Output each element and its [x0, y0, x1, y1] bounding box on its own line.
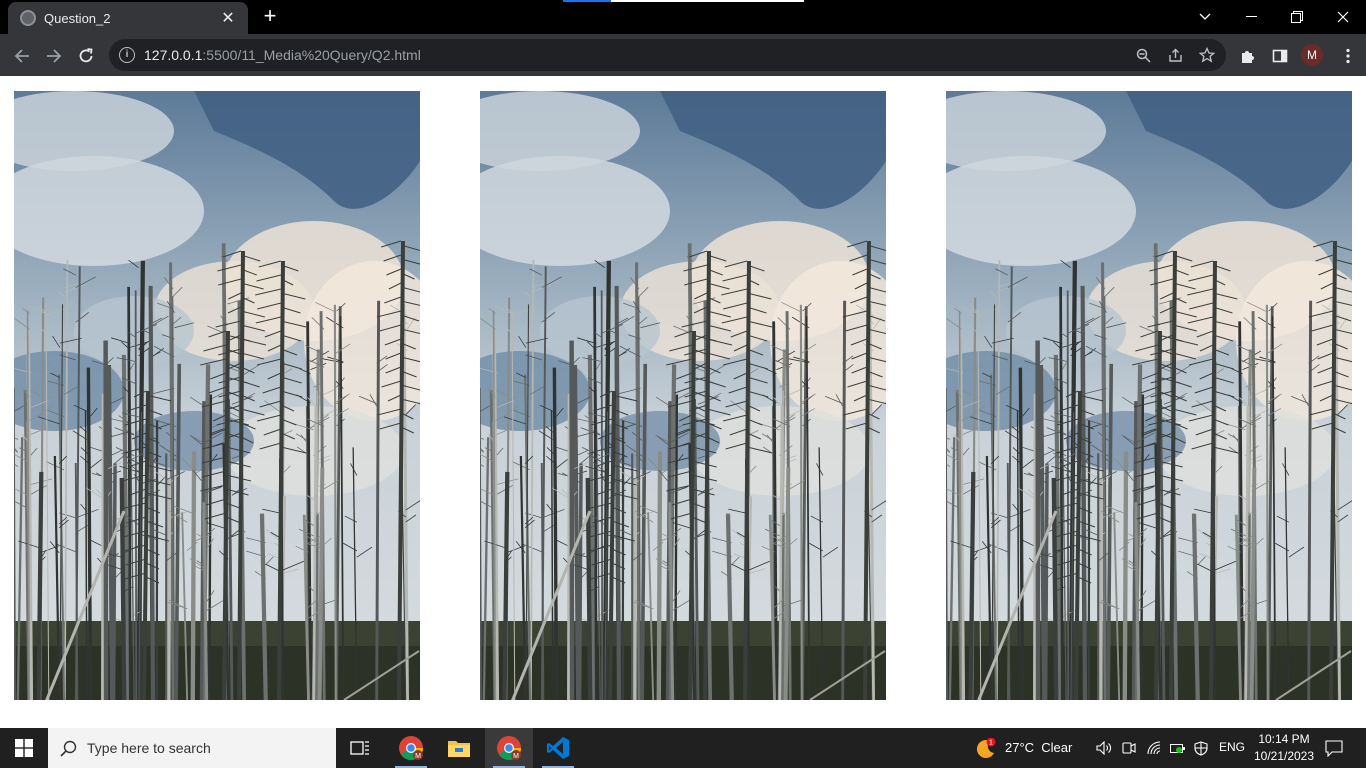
language-indicator[interactable]: ENG: [1219, 740, 1245, 754]
meet-now-icon[interactable]: [1121, 740, 1137, 756]
forward-button[interactable]: [40, 42, 68, 70]
browser-tab[interactable]: Question_2 ✕: [8, 2, 248, 34]
taskbar-chrome-1[interactable]: M: [387, 728, 435, 768]
weather-icon[interactable]: 1: [975, 738, 997, 760]
address-bar[interactable]: i 127.0.0.1:5500/11_Media%20Query/Q2.htm…: [109, 39, 1226, 71]
close-window-button[interactable]: [1320, 0, 1366, 34]
restore-button[interactable]: [1274, 0, 1320, 34]
forest-photo-2: [480, 91, 886, 700]
task-view-button[interactable]: [336, 728, 384, 768]
reload-button[interactable]: [72, 42, 100, 70]
zoom-icon[interactable]: [1133, 45, 1153, 65]
page-content: [0, 76, 1366, 728]
site-info-icon[interactable]: i: [119, 47, 135, 63]
taskbar-chrome-2[interactable]: M: [485, 728, 533, 768]
search-placeholder: Type here to search: [87, 740, 211, 756]
search-icon: [60, 740, 77, 757]
tab-title: Question_2: [44, 10, 111, 26]
kebab-menu-icon[interactable]: [1337, 45, 1359, 67]
url-host: 127.0.0.1: [144, 47, 203, 63]
title-accent-bar: [563, 0, 804, 2]
forest-photo-1: [14, 91, 420, 700]
notification-icon[interactable]: [1325, 739, 1343, 757]
globe-icon: [20, 10, 36, 26]
svg-text:1: 1: [989, 740, 993, 747]
svg-text:M: M: [513, 753, 519, 760]
clock-date: 10/21/2023: [1253, 749, 1315, 763]
battery-icon[interactable]: [1170, 740, 1186, 756]
chrome-icon: M: [497, 736, 521, 761]
burned-forest-image: [480, 91, 886, 700]
browser-toolbar: i 127.0.0.1:5500/11_Media%20Query/Q2.htm…: [0, 34, 1366, 76]
burned-forest-image: [946, 91, 1352, 700]
wifi-icon[interactable]: [1146, 740, 1162, 756]
close-tab-icon[interactable]: ✕: [218, 8, 238, 28]
burned-forest-image: [14, 91, 420, 700]
url-path: :5500/11_Media%20Query/Q2.html: [202, 47, 421, 63]
new-tab-button[interactable]: +: [258, 5, 282, 29]
start-button[interactable]: [0, 728, 48, 768]
volume-icon[interactable]: [1096, 740, 1112, 756]
vscode-icon: [547, 737, 569, 759]
windows-taskbar: Type here to search M M 1 27°C Clear ENG…: [0, 728, 1366, 768]
profile-avatar[interactable]: M: [1301, 44, 1323, 66]
windows-logo-icon: [15, 739, 33, 757]
task-view-icon: [350, 741, 369, 755]
bookmark-star-icon[interactable]: [1197, 45, 1217, 65]
clock-time: 10:14 PM: [1258, 732, 1310, 746]
tab-search-chevron-icon[interactable]: [1182, 0, 1228, 34]
taskbar-file-explorer[interactable]: [435, 728, 483, 768]
svg-text:M: M: [415, 753, 421, 760]
taskbar-search-box[interactable]: Type here to search: [48, 728, 336, 768]
side-panel-icon[interactable]: [1269, 45, 1291, 67]
security-shield-icon[interactable]: [1193, 740, 1209, 756]
chrome-icon: M: [399, 736, 423, 761]
taskbar-vscode[interactable]: [534, 728, 582, 768]
title-bar: Question_2 ✕ +: [0, 0, 1366, 34]
minimize-button[interactable]: [1228, 0, 1274, 34]
share-icon[interactable]: [1165, 45, 1185, 65]
system-clock[interactable]: 10:14 PM 10/21/2023: [1250, 731, 1318, 765]
forest-photo-3: [946, 91, 1352, 700]
folder-icon: [448, 741, 470, 757]
back-button[interactable]: [8, 42, 36, 70]
weather-text[interactable]: 27°C Clear: [1005, 740, 1072, 755]
extensions-puzzle-icon[interactable]: [1237, 45, 1259, 67]
